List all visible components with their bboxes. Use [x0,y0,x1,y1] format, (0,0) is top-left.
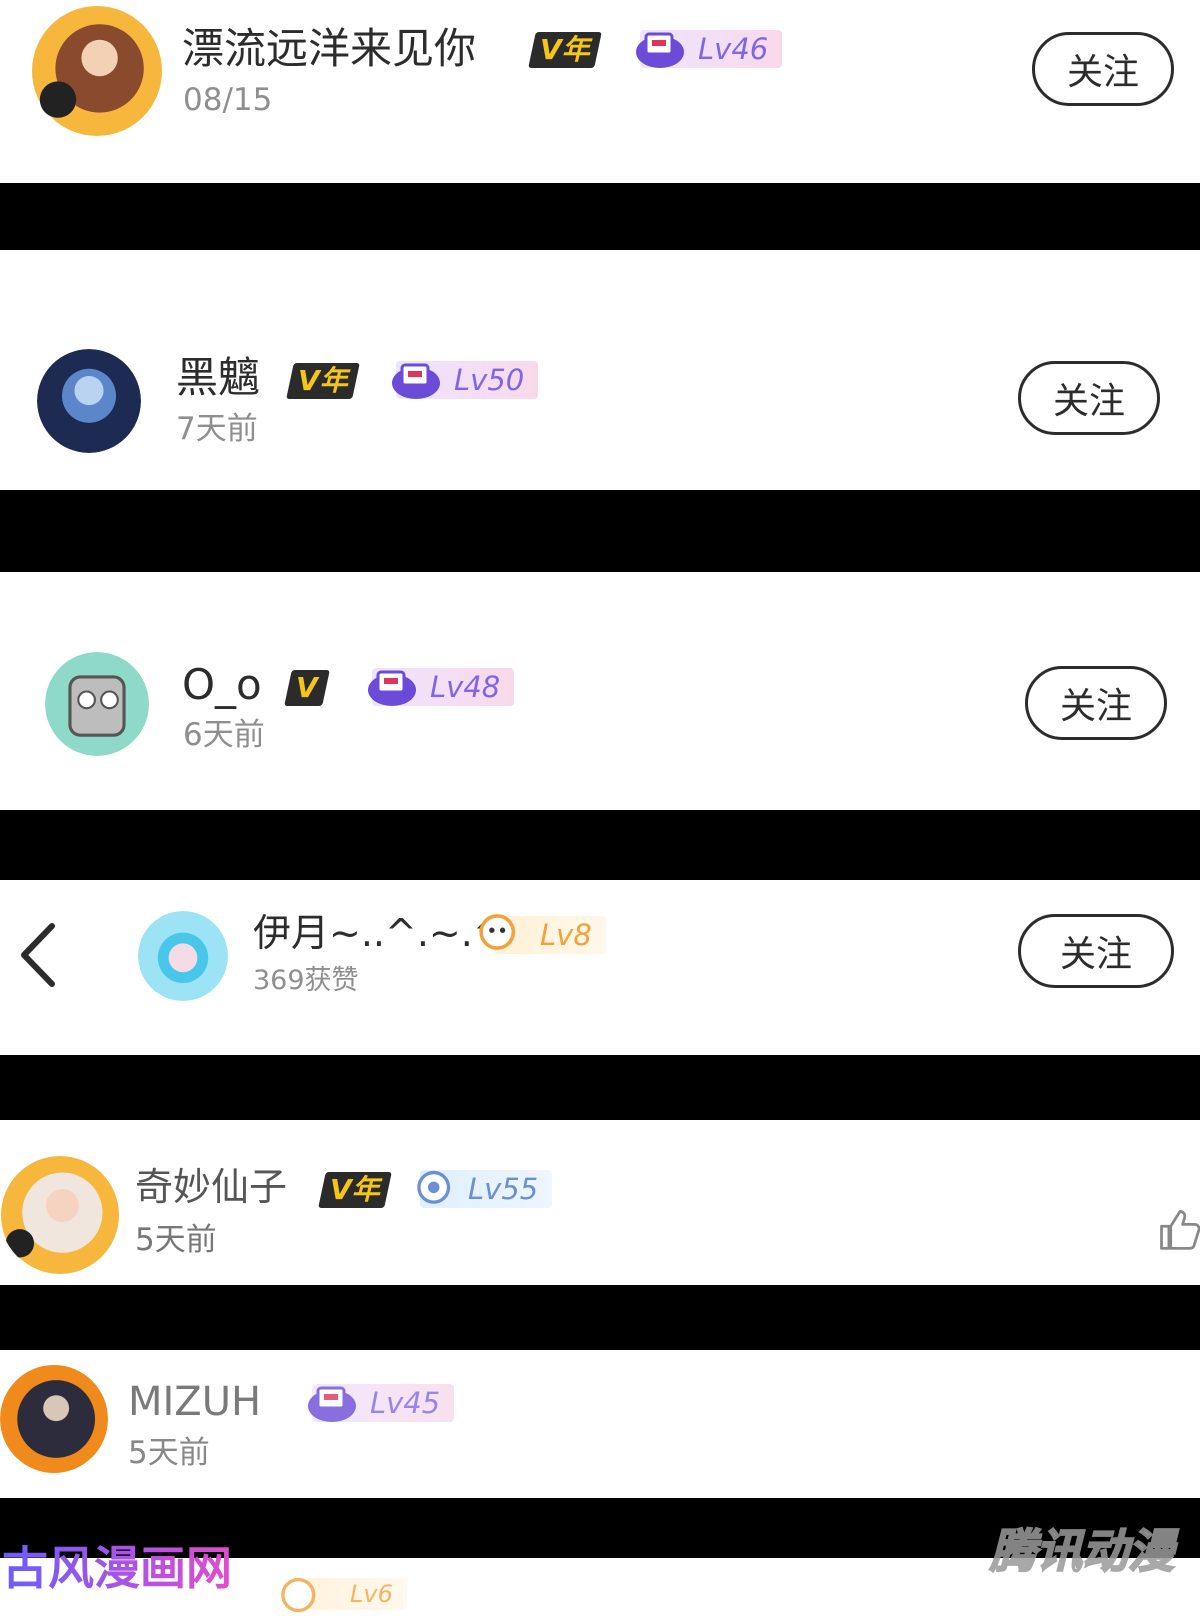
username[interactable]: O_o [182,664,262,706]
level-mascot-icon [281,1577,316,1613]
timestamp: 08/15 [183,82,273,118]
like-count: 369获赞 [253,965,359,996]
follow-button[interactable]: 关注 [1018,914,1174,988]
avatar[interactable] [26,6,168,136]
username[interactable]: 奇妙仙子 [135,1168,287,1206]
follow-button[interactable]: 关注 [1018,361,1160,435]
level-text: Lv48 [430,669,501,704]
level-mascot-icon [479,914,516,950]
avatar[interactable] [138,911,228,1001]
username[interactable]: 黑魑 [176,357,260,399]
level-text: Lv50 [454,362,525,397]
vip-badge: V年 [318,1172,392,1208]
timestamp: 5天前 [128,1435,210,1471]
redaction-bar [0,183,1200,250]
redaction-bar [0,810,1200,880]
username[interactable]: 漂流远洋来见你 [182,28,476,70]
vip-badge-text: V [296,671,318,704]
level-mascot-icon [392,363,440,399]
avatar[interactable] [37,349,141,453]
username[interactable]: MIZUH [128,1382,261,1422]
level-badge: Lv6 [281,1577,407,1613]
level-mascot-icon [417,1170,451,1204]
watermark-right: 腾讯动漫 [989,1524,1175,1578]
avatar[interactable] [45,652,149,756]
thumbs-up-icon[interactable] [1156,1206,1200,1252]
level-badge: Lv50 [392,361,539,399]
timestamp: 5天前 [135,1222,217,1258]
level-text: Lv46 [698,31,769,66]
comment-card: O_o V Lv48 6天前 关注 [0,572,1200,810]
timestamp: 7天前 [176,411,258,447]
comment-card: 黑魑 V年 Lv50 7天前 关注 [0,257,1200,490]
vip-badge: V年 [528,32,602,68]
level-mascot-icon [368,670,416,706]
vip-badge-text: V年 [298,364,348,397]
username[interactable]: 伊月~..^.~.^ [253,914,505,952]
level-badge: Lv55 [417,1170,553,1208]
vip-badge: V [284,670,330,706]
level-text: Lv45 [370,1385,441,1420]
level-mascot-icon [308,1386,356,1422]
vip-badge: V年 [286,363,360,399]
comment-card: 漂流远洋来见你 V年 Lv46 08/15 关注 [0,0,1200,183]
follow-button[interactable]: 关注 [1025,666,1167,740]
level-text: Lv6 [350,1580,393,1608]
comment-card: 奇妙仙子 V年 Lv55 5天前 [0,1120,1200,1285]
vip-badge-text: V年 [330,1173,380,1206]
comment-card: MIZUH Lv45 5天前 [0,1350,1200,1498]
watermark-left: 古风漫画网 [2,1541,232,1595]
redaction-bar [0,1285,1200,1350]
vip-badge-text: V年 [540,33,590,66]
level-badge: Lv8 [479,914,606,954]
level-badge: Lv48 [368,668,515,706]
follow-button[interactable]: 关注 [1032,32,1174,106]
avatar[interactable] [0,1156,120,1274]
level-text: Lv8 [540,917,592,952]
level-badge: Lv45 [308,1384,455,1422]
redaction-bar [0,1055,1200,1120]
comment-card: 伊月~..^.~.^ Lv8 369获赞 关注 [0,880,1200,1055]
redaction-bar [0,490,1200,572]
level-mascot-icon [636,32,684,68]
avatar[interactable] [0,1362,108,1476]
timestamp: 6天前 [183,717,265,753]
chevron-left-icon[interactable] [18,920,58,990]
level-text: Lv55 [468,1171,539,1206]
level-badge: Lv46 [636,30,783,68]
